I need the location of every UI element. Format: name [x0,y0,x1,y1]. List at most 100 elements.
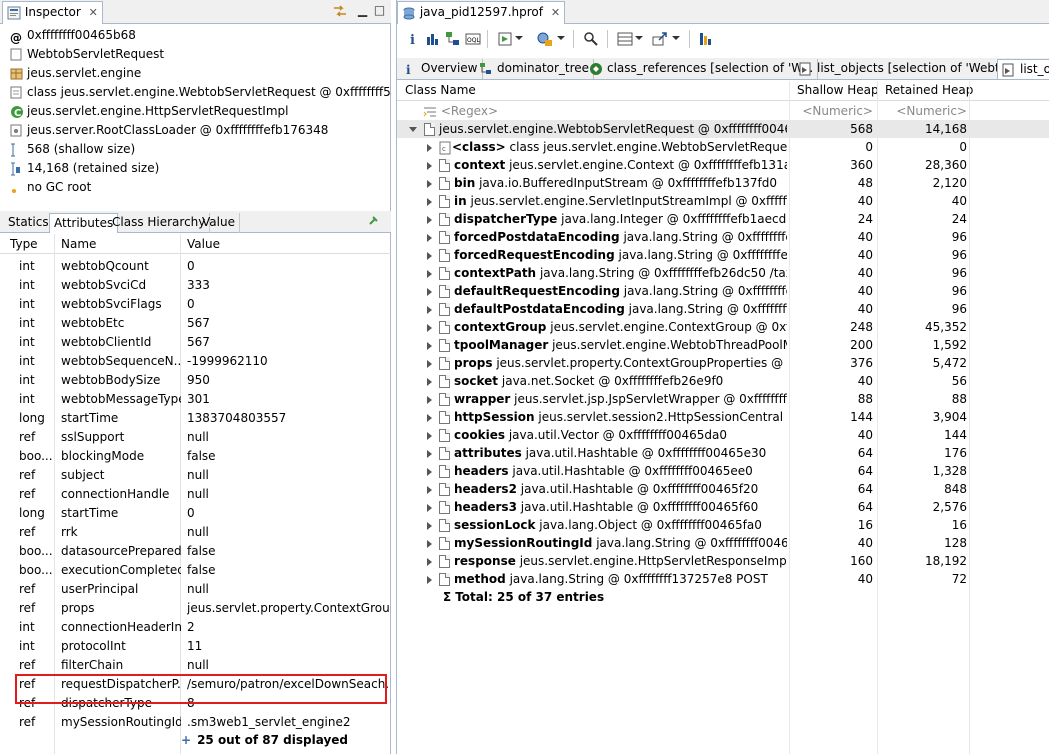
column-shallow-heap[interactable]: Shallow Heap [797,83,879,97]
attribute-row[interactable]: long startTime 1383704803557 [0,409,391,428]
expand-icon[interactable] [427,539,432,548]
collapse-icon[interactable] [409,127,417,132]
run-report-icon[interactable] [537,31,553,47]
column-name[interactable]: Name [61,237,96,251]
histogram-icon[interactable] [425,31,441,47]
field-reference-row[interactable]: context jeus.servlet.engine.Context @ 0x… [397,156,1049,174]
field-reference-row[interactable]: headers3 java.util.Hashtable @ 0xfffffff… [397,498,1049,516]
dominator-tree-icon[interactable] [445,31,461,47]
field-reference-row[interactable]: contextPath java.lang.String @ 0xfffffff… [397,264,1049,282]
column-retained-heap[interactable]: Retained Heap [885,83,973,97]
expand-icon[interactable] [427,287,432,296]
close-icon[interactable]: ✕ [551,6,560,19]
attribute-row[interactable]: ref connectionHandle null [0,485,391,504]
expand-icon[interactable] [427,575,432,584]
expand-icon[interactable] [427,233,432,242]
tab-dominator-tree[interactable]: dominator_tree [475,59,595,79]
field-reference-row[interactable]: httpSession jeus.servlet.session2.HttpSe… [397,408,1049,426]
chevron-down-icon[interactable] [557,36,565,40]
attribute-row[interactable]: int webtobQcount 0 [0,257,391,276]
expand-icon[interactable] [427,215,432,224]
tab-class-references[interactable]: class_references [selection of 'W... [585,59,819,79]
field-reference-row[interactable]: response jeus.servlet.engine.HttpServlet… [397,552,1049,570]
field-reference-row[interactable]: sessionLock java.lang.Object @ 0xfffffff… [397,516,1049,534]
field-reference-row[interactable]: bin java.io.BufferedInputStream @ 0xffff… [397,174,1049,192]
attribute-row[interactable]: ref rrk null [0,523,391,542]
attribute-row[interactable]: boo... executionCompleted false [0,561,391,580]
column-type[interactable]: Type [10,237,38,251]
field-reference-row[interactable]: tpoolManager jeus.servlet.engine.WebtobT… [397,336,1049,354]
attributes-footer[interactable]: +25 out of 87 displayed [181,733,348,747]
minimize-icon[interactable]: ▁ [356,4,369,17]
attribute-row[interactable]: int webtobSequenceN... -1999962110 [0,352,391,371]
field-reference-row[interactable]: c <class> class jeus.servlet.engine.Webto… [397,138,1049,156]
column-class-name[interactable]: Class Name [405,83,476,97]
attribute-row[interactable]: int connectionHeaderInt 2 [0,618,391,637]
retained-filter-input[interactable]: <Numeric> [877,102,967,120]
attribute-row[interactable]: int webtobClientId 567 [0,333,391,352]
field-reference-row[interactable]: headers java.util.Hashtable @ 0xffffffff… [397,462,1049,480]
expand-icon[interactable] [427,449,432,458]
maximize-icon[interactable]: □ [373,4,386,17]
attribute-row[interactable]: ref filterChain null [0,656,391,675]
thread-overview-icon[interactable] [497,31,513,47]
oql-icon[interactable]: OQL [465,31,481,47]
tab-statics[interactable]: Statics [4,213,54,233]
expand-icon[interactable] [427,143,432,152]
expand-icon[interactable] [427,521,432,530]
expand-icon[interactable] [427,197,432,206]
field-reference-row[interactable]: props jeus.servlet.property.ContextGroup… [397,354,1049,372]
attribute-row[interactable]: int webtobSvciCd 333 [0,276,391,295]
column-value[interactable]: Value [187,237,220,251]
expand-icon[interactable] [427,395,432,404]
regex-filter-input[interactable]: <Regex> [441,104,498,118]
field-reference-row[interactable]: headers2 java.util.Hashtable @ 0xfffffff… [397,480,1049,498]
expand-icon[interactable] [427,359,432,368]
attribute-row[interactable]: ref userPrincipal null [0,580,391,599]
chevron-down-icon[interactable] [672,36,680,40]
calculate-retained-icon[interactable] [697,31,713,47]
attribute-row[interactable]: ref props jeus.servlet.property.ContextGro… [0,599,391,618]
expand-icon[interactable] [427,161,432,170]
field-reference-row[interactable]: defaultRequestEncoding java.lang.String … [397,282,1049,300]
attribute-row[interactable]: boo... blockingMode false [0,447,391,466]
expand-icon[interactable] [427,557,432,566]
close-icon[interactable]: ✕ [89,6,98,19]
field-reference-row[interactable]: defaultPostdataEncoding java.lang.String… [397,300,1049,318]
field-reference-row[interactable]: socket java.net.Socket @ 0xffffffffefb26… [397,372,1049,390]
chevron-down-icon[interactable] [635,36,643,40]
shallow-filter-input[interactable]: <Numeric> [789,102,873,120]
expand-icon[interactable] [427,269,432,278]
expand-icon[interactable] [427,323,432,332]
field-reference-row[interactable]: method java.lang.String @ 0xffffffff1372… [397,570,1049,588]
attribute-row[interactable]: ref requestDispatcherP... /semuro/patron/e… [0,675,391,694]
tab-list-objects[interactable]: list_objects [selection of 'Webt... [795,59,1017,79]
attribute-row[interactable]: ref mySessionRoutingId .sm3web1_servlet_en… [0,713,391,732]
attribute-row[interactable]: boo... datasourcePrepared false [0,542,391,561]
expand-icon[interactable] [427,341,432,350]
hprof-tab[interactable]: java_pid12597.hprof ✕ [397,1,566,24]
expand-icon[interactable] [427,305,432,314]
field-reference-row[interactable]: attributes java.util.Hashtable @ 0xfffff… [397,444,1049,462]
field-reference-row[interactable]: mySessionRoutingId java.lang.String @ 0x… [397,534,1049,552]
expand-icon[interactable] [427,179,432,188]
export-icon[interactable] [652,31,668,47]
search-icon[interactable] [583,31,599,47]
pin-icon[interactable] [367,215,379,230]
attribute-row[interactable]: long startTime 0 [0,504,391,523]
attribute-row[interactable]: ref subject null [0,466,391,485]
field-reference-row[interactable]: contextGroup jeus.servlet.engine.Context… [397,318,1049,336]
field-reference-row[interactable]: forcedRequestEncoding java.lang.String @… [397,246,1049,264]
attribute-row[interactable]: int webtobSvciFlags 0 [0,295,391,314]
field-reference-row[interactable]: dispatcherType java.lang.Integer @ 0xfff… [397,210,1049,228]
field-reference-row[interactable]: cookies java.util.Vector @ 0xffffffff004… [397,426,1049,444]
tab-overview[interactable]: i Overview [399,59,483,79]
attribute-row[interactable]: int webtobEtc 567 [0,314,391,333]
tab-list-objects-active[interactable]: list_ob [997,59,1049,79]
field-reference-row[interactable]: wrapper jeus.servlet.jsp.JspServletWrapp… [397,390,1049,408]
expand-icon[interactable] [427,503,432,512]
attribute-row[interactable]: ref sslSupport null [0,428,391,447]
group-by-icon[interactable] [617,31,633,47]
attribute-row[interactable]: int webtobBodySize 950 [0,371,391,390]
inspector-tab[interactable]: Inspector ✕ [2,1,103,24]
